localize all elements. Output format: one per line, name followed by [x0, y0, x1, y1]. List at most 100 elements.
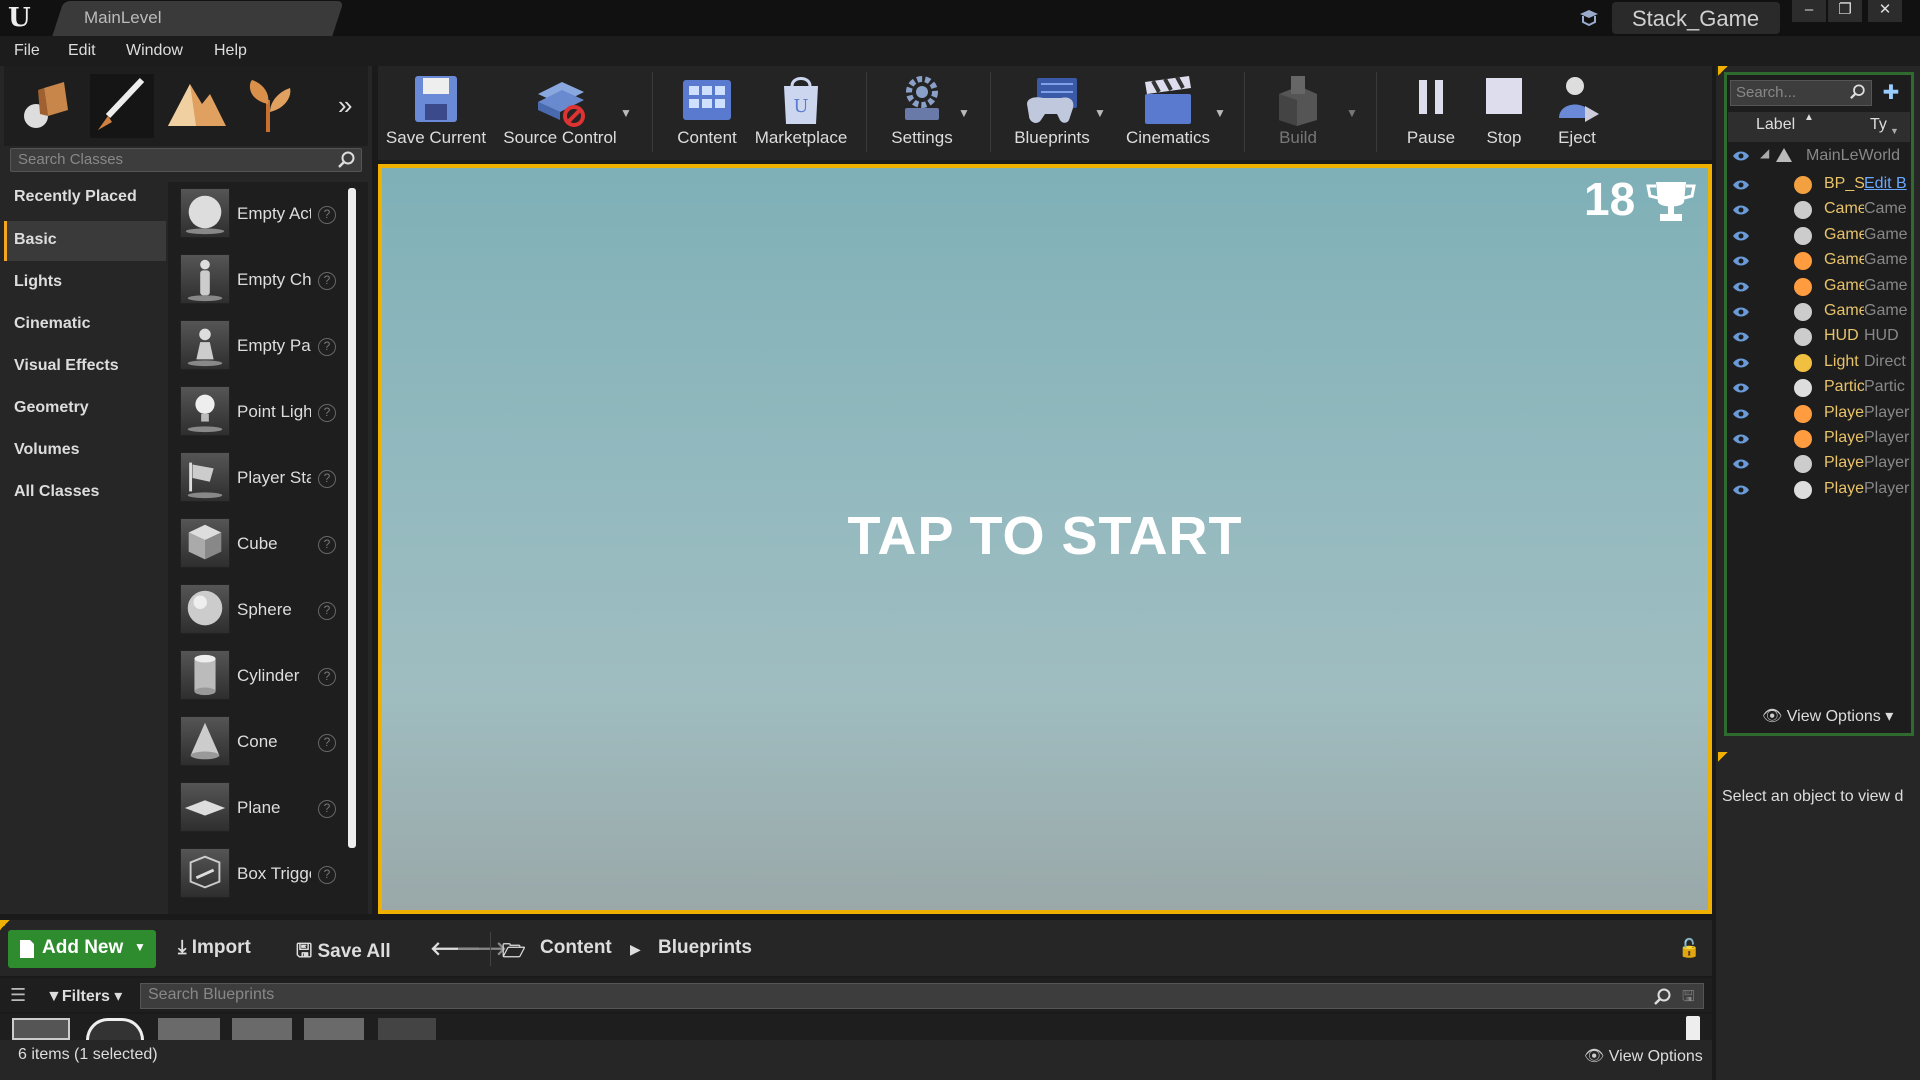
class-label: Box Trigger — [237, 864, 311, 883]
visibility-eye-icon[interactable] — [1732, 331, 1750, 343]
category-volumes[interactable]: Volumes — [4, 431, 166, 471]
place-mode-icon[interactable] — [10, 70, 82, 142]
marketplace-button[interactable]: U Marketplace — [752, 70, 850, 156]
visibility-eye-icon[interactable] — [1732, 255, 1750, 267]
visibility-eye-icon[interactable] — [1732, 179, 1750, 191]
visibility-eye-icon[interactable] — [1732, 230, 1750, 242]
asset-thumbnail[interactable] — [304, 1018, 364, 1040]
outliner-column-type[interactable]: Ty — [1870, 116, 1887, 134]
stop-button[interactable]: Stop — [1474, 70, 1534, 156]
category-recently-placed[interactable]: Recently Placed — [4, 178, 166, 218]
settings-dropdown-icon[interactable]: ▼ — [958, 106, 970, 120]
outliner-column-label[interactable]: Label — [1756, 116, 1795, 134]
sources-toggle-icon[interactable]: ☰ — [10, 985, 26, 1006]
add-actor-icon[interactable]: ✚ — [1876, 80, 1906, 106]
class-label: Cube — [237, 534, 278, 553]
save-current-button[interactable]: Save Current — [384, 70, 488, 156]
source-control-label: Source Control — [503, 128, 617, 147]
help-icon[interactable]: ? — [318, 272, 336, 290]
toolbar-divider — [1376, 72, 1377, 152]
help-icon[interactable]: ? — [318, 404, 336, 422]
visibility-eye-icon[interactable] — [1732, 204, 1750, 216]
save-search-icon[interactable]: 🖫 — [1682, 986, 1695, 1011]
outliner-row-type[interactable]: Edit B — [1864, 175, 1910, 193]
notification-icon[interactable] — [1578, 8, 1600, 28]
asset-thumbnail[interactable] — [378, 1018, 436, 1040]
asset-thumbnail[interactable] — [158, 1018, 220, 1040]
category-basic[interactable]: Basic — [4, 221, 166, 261]
visibility-eye-icon[interactable] — [1732, 408, 1750, 420]
help-icon[interactable]: ? — [318, 734, 336, 752]
source-control-dropdown-icon[interactable]: ▼ — [620, 106, 632, 120]
tap-to-start-text[interactable]: TAP TO START — [382, 505, 1708, 567]
build-button[interactable]: Build — [1262, 70, 1334, 156]
help-icon[interactable]: ? — [318, 866, 336, 884]
visibility-eye-icon[interactable] — [1732, 357, 1750, 369]
close-button[interactable]: ✕ — [1868, 0, 1902, 22]
help-icon[interactable]: ? — [318, 536, 336, 554]
menu-window[interactable]: Window — [126, 42, 183, 60]
category-visual-effects[interactable]: Visual Effects — [4, 347, 166, 387]
import-button[interactable]: ⤓ Import — [178, 937, 251, 959]
pause-button[interactable]: Pause — [1398, 70, 1464, 156]
history-forward-icon[interactable]: 🡒 — [456, 937, 507, 961]
column-dropdown-icon[interactable]: ▼ — [1890, 126, 1899, 136]
expand-arrow-icon[interactable]: ◢ — [1760, 146, 1769, 160]
source-control-button[interactable]: Source Control — [498, 70, 622, 156]
search-icon[interactable] — [1850, 84, 1866, 100]
eject-button[interactable]: Eject — [1546, 70, 1608, 156]
outliner-world-label[interactable]: MainLeWorld — [1806, 147, 1900, 165]
minimize-button[interactable]: – — [1792, 0, 1826, 22]
menu-edit[interactable]: Edit — [68, 42, 96, 60]
paint-mode-icon[interactable] — [86, 70, 158, 142]
outliner-view-options[interactable]: 👁 View Options ▾ — [1762, 706, 1893, 726]
settings-button[interactable]: Settings — [880, 70, 964, 156]
more-modes-icon[interactable]: » — [338, 90, 352, 121]
asset-thumbnail[interactable] — [232, 1018, 292, 1040]
menu-help[interactable]: Help — [214, 42, 247, 60]
blueprints-button[interactable]: Blueprints — [1004, 70, 1100, 156]
visibility-eye-icon[interactable] — [1732, 281, 1750, 293]
help-icon[interactable]: ? — [318, 206, 336, 224]
search-blueprints-input[interactable] — [140, 983, 1704, 1009]
landscape-mode-icon[interactable] — [160, 70, 232, 142]
search-icon[interactable] — [1654, 988, 1672, 1006]
cinematics-button[interactable]: Cinematics — [1118, 70, 1218, 156]
maximize-button[interactable]: ❐ — [1828, 0, 1862, 22]
visibility-eye-icon[interactable] — [1732, 433, 1750, 445]
search-icon[interactable] — [338, 151, 356, 169]
help-icon[interactable]: ? — [318, 668, 336, 686]
content-view-options[interactable]: 👁 View Options — [1584, 1046, 1703, 1066]
help-icon[interactable]: ? — [318, 800, 336, 818]
asset-thumbnail[interactable] — [12, 1018, 70, 1040]
category-lights[interactable]: Lights — [4, 263, 166, 303]
content-button[interactable]: Content — [666, 70, 748, 156]
visibility-eye-icon[interactable] — [1732, 382, 1750, 394]
visibility-eye-icon[interactable] — [1732, 306, 1750, 318]
category-all-classes[interactable]: All Classes — [4, 473, 166, 513]
help-icon[interactable]: ? — [318, 470, 336, 488]
filter-icon: ▼ — [46, 988, 62, 1005]
category-geometry[interactable]: Geometry — [4, 389, 166, 429]
category-cinematic[interactable]: Cinematic — [4, 305, 166, 345]
lock-icon[interactable]: 🔓 — [1678, 938, 1700, 959]
help-icon[interactable]: ? — [318, 338, 336, 356]
visibility-eye-icon[interactable] — [1732, 484, 1750, 496]
save-all-button[interactable]: 🖫 Save All — [296, 937, 391, 969]
cinematics-dropdown-icon[interactable]: ▼ — [1214, 106, 1226, 120]
path-content[interactable]: Content — [540, 937, 612, 959]
path-separator-icon[interactable]: ▶ — [630, 941, 641, 958]
menu-file[interactable]: File — [14, 42, 40, 60]
blueprints-dropdown-icon[interactable]: ▼ — [1094, 106, 1106, 120]
outliner-row-type: Player — [1864, 479, 1910, 497]
foliage-mode-icon[interactable] — [234, 70, 306, 142]
filters-button[interactable]: ▼Filters ▾ — [46, 986, 122, 1006]
outliner-row-type: Partic — [1864, 378, 1905, 396]
folder-icon[interactable]: 🗁 — [502, 937, 526, 969]
visibility-eye-icon[interactable] — [1732, 458, 1750, 470]
path-blueprints[interactable]: Blueprints — [658, 937, 752, 959]
build-dropdown-icon[interactable]: ▼ — [1346, 106, 1358, 120]
help-icon[interactable]: ? — [318, 602, 336, 620]
visibility-eye-icon[interactable] — [1732, 150, 1750, 162]
unreal-logo-icon[interactable]: U — [8, 4, 36, 32]
